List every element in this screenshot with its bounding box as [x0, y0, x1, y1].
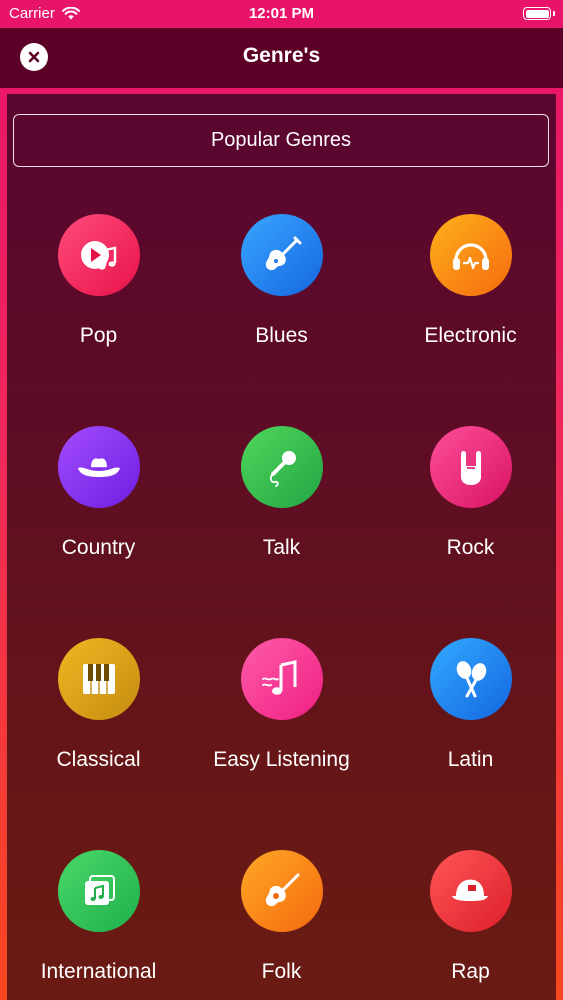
genre-item-talk[interactable]: Talk [187, 426, 376, 560]
rock-icon-circle [429, 426, 512, 508]
genre-item-electronic[interactable]: Electronic [376, 214, 556, 348]
country-icon-circle [57, 426, 140, 508]
music-album-icon [84, 875, 115, 905]
headphones-icon [452, 243, 489, 270]
electronic-icon-circle [429, 214, 512, 296]
genre-panel: Popular Genres Pop Blues Electronic Coun… [7, 94, 556, 1000]
genre-label: Talk [262, 536, 301, 559]
easy-listening-icon-circle [240, 638, 323, 720]
genre-item-blues[interactable]: Blues [187, 214, 376, 348]
folk-icon-circle [240, 850, 323, 932]
genre-label: Country [61, 536, 136, 559]
page-title: Genre's [242, 44, 321, 67]
electric-guitar-icon [265, 236, 301, 271]
acoustic-guitar-icon [265, 873, 299, 907]
microphone-icon [269, 451, 296, 487]
genre-label: Electronic [424, 324, 517, 347]
cap-icon [451, 879, 488, 901]
international-icon-circle [57, 850, 140, 932]
genre-label: Easy Listening [213, 748, 350, 771]
rock-hand-icon [460, 451, 481, 485]
piano-keys-icon [82, 664, 115, 694]
battery-icon [523, 7, 555, 20]
genre-item-easy-listening[interactable]: Easy Listening [187, 638, 376, 772]
genre-label: Blues [255, 324, 308, 347]
genre-item-country[interactable]: Country [7, 426, 193, 560]
genre-label: Folk [261, 960, 302, 983]
genre-item-folk[interactable]: Folk [187, 850, 376, 984]
clock: 12:01 PM [248, 5, 315, 22]
genre-item-international[interactable]: International [7, 850, 193, 984]
status-bar: Carrier 12:01 PM [0, 0, 563, 28]
classical-icon-circle [57, 638, 140, 720]
blues-icon-circle [240, 214, 323, 296]
play-music-note-icon [80, 241, 116, 270]
popular-genres-button[interactable]: Popular Genres [13, 114, 549, 167]
genre-item-rap[interactable]: Rap [376, 850, 556, 984]
maracas-icon [456, 661, 486, 698]
cowboy-hat-icon [77, 458, 120, 477]
genre-label: Classical [56, 748, 141, 771]
genre-item-latin[interactable]: Latin [376, 638, 556, 772]
genre-label: Rock [446, 536, 495, 559]
genre-label: International [40, 960, 157, 983]
genre-label: Rap [451, 960, 490, 983]
music-note-waves-icon [261, 660, 296, 695]
genre-item-pop[interactable]: Pop [7, 214, 193, 348]
nav-bar: Genre's [0, 28, 563, 88]
latin-icon-circle [429, 638, 512, 720]
genre-item-rock[interactable]: Rock [376, 426, 556, 560]
pop-icon-circle [57, 214, 140, 296]
genre-item-classical[interactable]: Classical [7, 638, 193, 772]
talk-icon-circle [240, 426, 323, 508]
genre-label: Pop [79, 324, 118, 347]
rap-icon-circle [429, 850, 512, 932]
genre-label: Latin [447, 748, 494, 771]
